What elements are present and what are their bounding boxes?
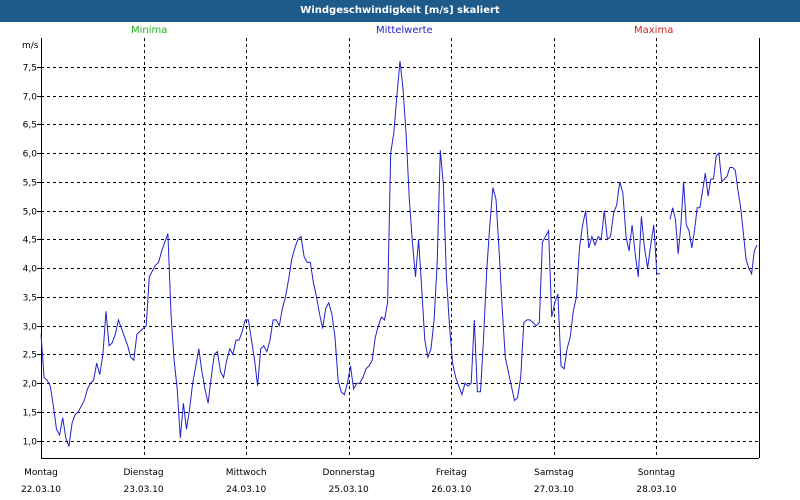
y-axis-label: m/s bbox=[22, 41, 39, 51]
x-date-label: 26.03.10 bbox=[431, 485, 471, 495]
ytick-label: 6,5 bbox=[23, 121, 37, 131]
x-date-label: 25.03.10 bbox=[329, 485, 369, 495]
ytick-label: 1,0 bbox=[23, 438, 38, 448]
ytick-label: 1,5 bbox=[23, 409, 37, 419]
ytick-label: 6,0 bbox=[23, 150, 38, 160]
x-date-label: 27.03.10 bbox=[534, 485, 574, 495]
ytick-label: 4,0 bbox=[23, 265, 38, 275]
series-line-mittelwerte bbox=[669, 151, 758, 276]
x-date-label: 24.03.10 bbox=[226, 485, 266, 495]
ytick-label: 7,0 bbox=[23, 93, 38, 103]
x-day-label: Sonntag bbox=[638, 468, 675, 478]
x-date-label: 28.03.10 bbox=[636, 485, 676, 495]
ytick-label: 7,5 bbox=[23, 64, 37, 74]
wind-speed-chart: 1,0 1,5 2,0 2,5 3,0 3,5 4,0 4,5 5,0 5,5 6,0 6,5 7,0 7… bbox=[21, 38, 760, 495]
ytick-label: 2,0 bbox=[23, 380, 38, 390]
x-day-label: Mittwoch bbox=[226, 468, 267, 478]
series-layer bbox=[40, 60, 758, 447]
x-day-label: Samstag bbox=[534, 468, 573, 478]
ytick-label: 2,5 bbox=[23, 351, 37, 361]
ytick-label: 3,0 bbox=[23, 323, 38, 333]
chart-title: Windgeschwindigkeit [m/s] skaliert bbox=[0, 0, 800, 22]
series-line-mittelwerte bbox=[40, 60, 660, 447]
ytick-label: 5,0 bbox=[23, 208, 38, 218]
x-day-label: Freitag bbox=[436, 468, 467, 478]
x-day-label: Montag bbox=[24, 468, 58, 478]
grid bbox=[41, 38, 759, 458]
ytick-label: 4,5 bbox=[23, 236, 37, 246]
ytick-label: 3,5 bbox=[23, 294, 37, 304]
x-date-label: 22.03.10 bbox=[21, 485, 61, 495]
x-day-label: Dienstag bbox=[124, 468, 164, 478]
x-date-label: 23.03.10 bbox=[124, 485, 164, 495]
axes bbox=[37, 38, 760, 459]
ytick-label: 5,5 bbox=[23, 179, 37, 189]
x-day-label: Donnerstag bbox=[322, 468, 375, 478]
